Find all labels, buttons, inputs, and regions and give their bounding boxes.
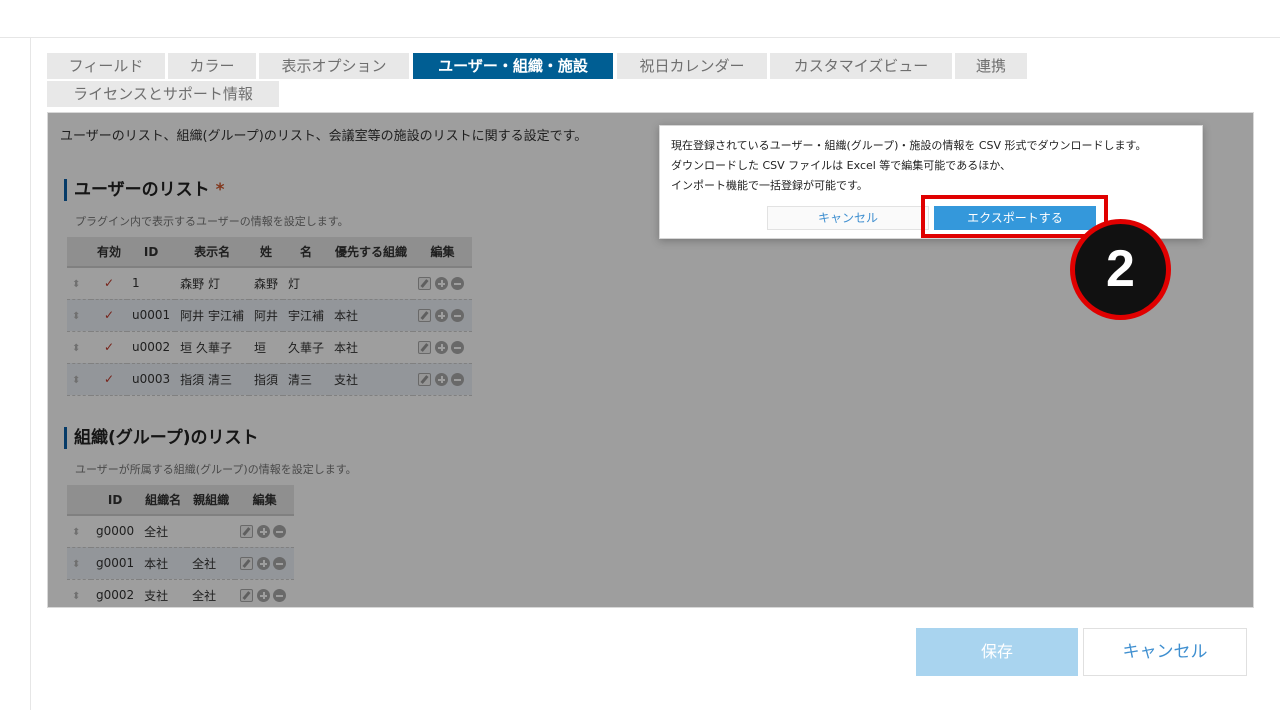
- tab-users-orgs-facilities[interactable]: ユーザー・組織・施設: [413, 53, 613, 79]
- cancel-button[interactable]: キャンセル: [1083, 628, 1247, 676]
- tab-color[interactable]: カラー: [168, 53, 256, 79]
- dialog-cancel-button[interactable]: キャンセル: [767, 206, 929, 230]
- tab-customize-view[interactable]: カスタマイズビュー: [770, 53, 952, 79]
- step-number-badge: 2: [1070, 219, 1171, 320]
- tab-display-options[interactable]: 表示オプション: [259, 53, 409, 79]
- tab-holiday-calendar[interactable]: 祝日カレンダー: [617, 53, 767, 79]
- tab-field[interactable]: フィールド: [47, 53, 165, 79]
- export-button-highlight: [921, 195, 1108, 238]
- tab-license-support[interactable]: ライセンスとサポート情報: [47, 81, 279, 107]
- left-divider: [30, 38, 31, 710]
- top-divider: [0, 37, 1280, 38]
- dialog-message: 現在登録されているユーザー・組織(グループ)・施設の情報を CSV 形式でダウン…: [671, 139, 1147, 192]
- save-button[interactable]: 保存: [916, 628, 1078, 676]
- tab-integration[interactable]: 連携: [955, 53, 1027, 79]
